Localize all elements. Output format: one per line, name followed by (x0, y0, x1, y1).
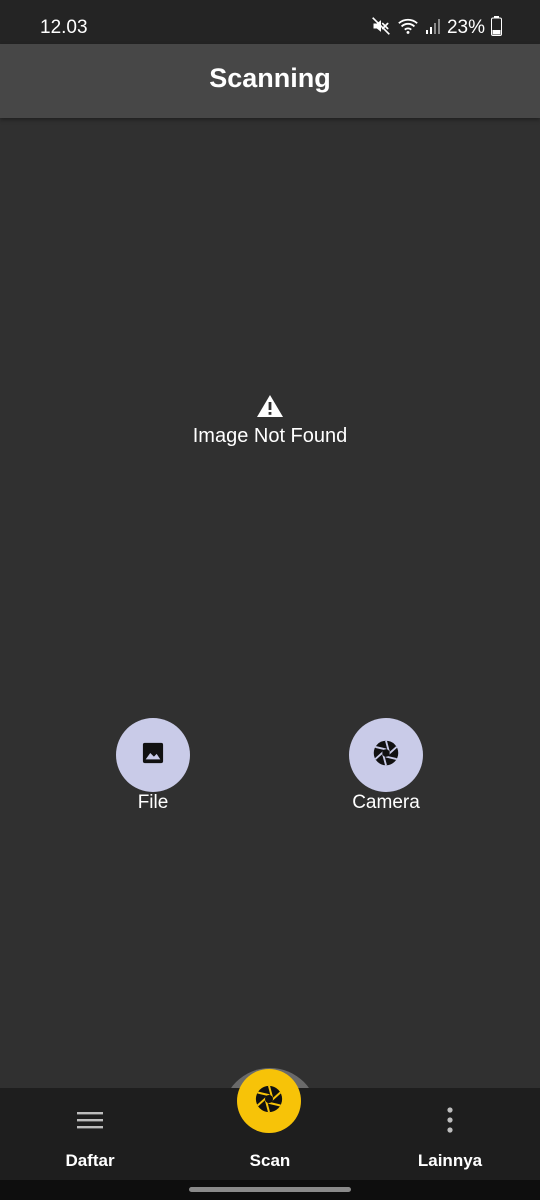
status-bar: 12.03 23% (0, 0, 540, 44)
status-time: 12.03 (40, 17, 88, 38)
app-bar: Scanning (0, 44, 540, 118)
nav-label-daftar: Daftar (65, 1151, 115, 1170)
system-nav-bar (0, 1180, 540, 1200)
wifi-icon (397, 16, 419, 41)
image-icon (142, 742, 164, 769)
camera-action[interactable]: Camera (316, 718, 456, 814)
signal-icon (425, 17, 441, 40)
scan-button[interactable] (237, 1069, 301, 1133)
page-title: Scanning (209, 63, 331, 93)
file-action[interactable]: File (83, 718, 223, 814)
scanning-screen: 12.03 23% Scanning Image Not Found File … (0, 0, 540, 1200)
battery-percent: 23% (446, 17, 485, 38)
camera-button[interactable] (349, 718, 423, 792)
file-label: File (137, 792, 169, 813)
nav-item-lainnya[interactable]: Lainnya (380, 1088, 520, 1180)
warning-icon (256, 394, 284, 423)
nav-label-scan: Scan (249, 1151, 291, 1170)
status-icons: 23% (371, 15, 502, 41)
empty-message: Image Not Found (192, 425, 348, 447)
mute-icon (371, 16, 391, 41)
more-vertical-icon (446, 1107, 454, 1133)
nav-item-daftar[interactable]: Daftar (20, 1088, 160, 1180)
aperture-icon (372, 739, 400, 772)
battery-icon (491, 15, 502, 41)
home-indicator[interactable] (189, 1187, 351, 1192)
empty-state: Image Not Found (0, 394, 540, 448)
file-button[interactable] (116, 718, 190, 792)
nav-label-lainnya: Lainnya (417, 1151, 483, 1170)
menu-icon (77, 1108, 103, 1132)
aperture-icon (254, 1084, 284, 1119)
camera-label: Camera (352, 792, 420, 813)
